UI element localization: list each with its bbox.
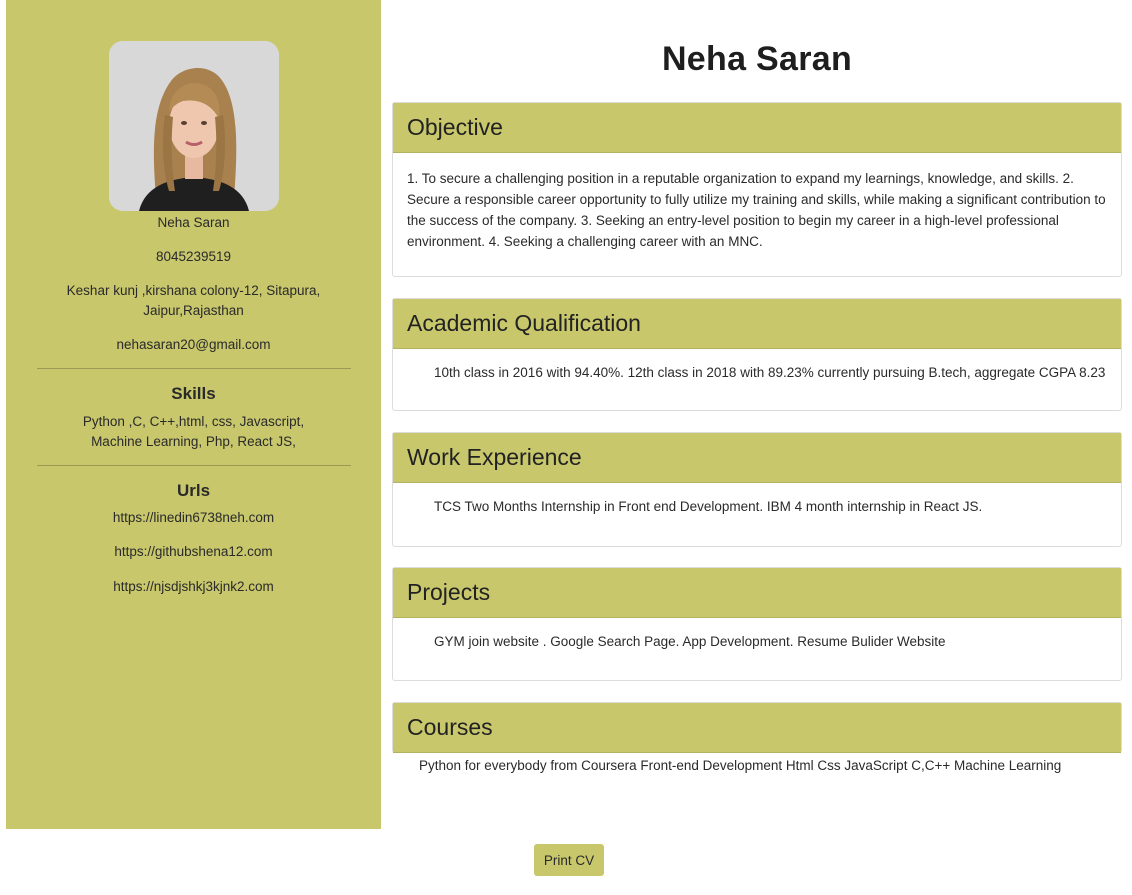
section-body: 10th class in 2016 with 94.40%. 12th cla… [434,365,1106,380]
work-experience-card: Work Experience TCS Two Months Internshi… [392,432,1122,547]
courses-body: Python for everybody from Coursera Front… [419,758,1062,773]
sidebar-email: nehasaran20@gmail.com [116,337,271,352]
sidebar-name: Neha Saran [157,215,230,230]
sidebar-divider [37,368,351,369]
objective-card: Objective 1. To secure a challenging pos… [392,102,1122,277]
profile-photo-icon [109,41,279,211]
section-heading: Objective [393,103,1121,153]
section-body: TCS Two Months Internship in Front end D… [434,499,983,514]
sidebar-phone: 8045239519 [155,249,232,264]
sidebar: Neha Saran 8045239519 Keshar kunj ,kirsh… [6,0,381,829]
page-title: Neha Saran [661,40,853,78]
section-heading: Work Experience [393,433,1121,483]
academic-card: Academic Qualification 10th class in 201… [392,298,1122,411]
url-link[interactable]: https://linedin6738neh.com [6,508,381,528]
projects-card: Projects GYM join website . Google Searc… [392,567,1122,681]
skills-list: Python ,C, C++,html, css, Javascript, Ma… [82,414,305,449]
url-link[interactable]: https://githubshena12.com [6,542,381,562]
section-body: GYM join website . Google Search Page. A… [434,634,946,649]
urls-heading: Urls [176,481,211,500]
section-heading: Academic Qualification [393,299,1121,349]
url-link[interactable]: https://njsdjshkj3kjnk2.com [6,577,381,597]
sidebar-address: Keshar kunj ,kirshana colony-12, Sitapur… [66,283,321,318]
skills-heading: Skills [171,384,216,403]
section-heading: Projects [393,568,1121,618]
sidebar-divider [37,465,351,466]
section-body: 1. To secure a challenging position in a… [407,171,1106,249]
profile-photo [109,41,279,211]
print-cv-button[interactable]: Print CV [534,844,604,876]
section-heading: Courses [393,703,1121,753]
courses-card: Courses [392,702,1122,753]
